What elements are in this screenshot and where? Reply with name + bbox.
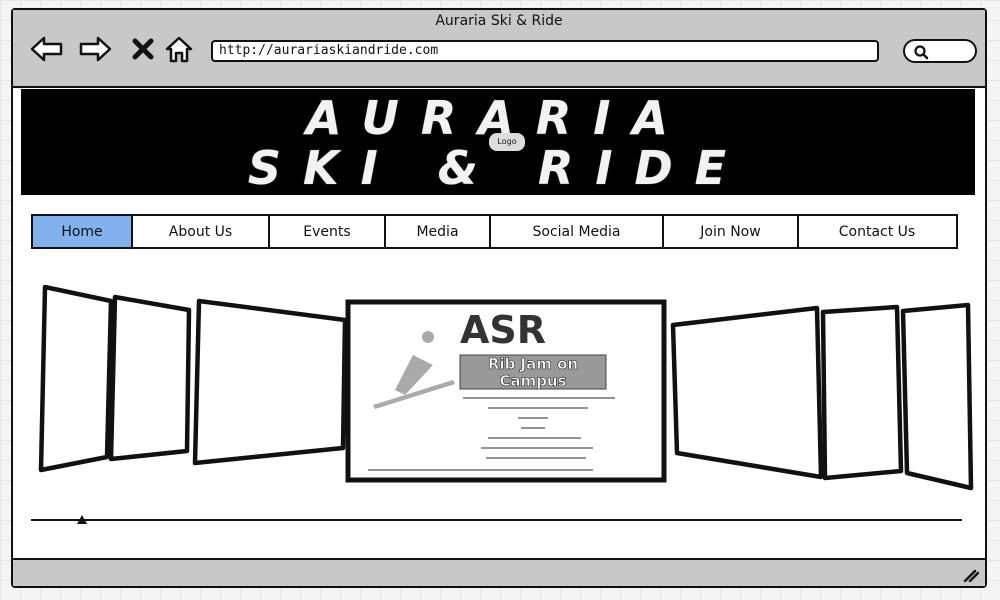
close-x-icon[interactable] xyxy=(125,32,161,66)
nav-item-about-us[interactable]: About Us xyxy=(133,216,270,247)
forward-arrow-icon[interactable] xyxy=(77,32,113,66)
carousel-slide-featured[interactable]: ASR Rib Jam on Campus xyxy=(345,299,667,483)
search-input[interactable] xyxy=(903,39,977,63)
logo-label: Logo xyxy=(489,133,525,151)
search-icon xyxy=(914,45,929,60)
url-input[interactable]: http://aurariaskiandride.com xyxy=(211,40,879,62)
back-arrow-icon[interactable] xyxy=(29,32,65,66)
browser-toolbar: Auraria Ski & Ride http://aurariaskiandr… xyxy=(13,10,985,88)
carousel-slide-left-1[interactable] xyxy=(192,298,348,466)
nav-item-contact-us[interactable]: Contact Us xyxy=(799,216,955,247)
image-carousel: ASR Rib Jam on Campus xyxy=(38,285,974,491)
nav-item-join-now[interactable]: Join Now xyxy=(664,216,799,247)
featured-slide-headline-2: Campus xyxy=(499,372,566,390)
browser-status-bar xyxy=(13,558,985,586)
featured-slide-brand: ASR xyxy=(460,308,546,352)
nav-item-social-media[interactable]: Social Media xyxy=(491,216,664,247)
carousel-slide-right-2[interactable] xyxy=(820,304,904,481)
home-icon[interactable] xyxy=(161,32,197,66)
nav-item-media[interactable]: Media xyxy=(386,216,491,247)
carousel-slide-right-1[interactable] xyxy=(670,305,824,480)
browser-window: Auraria Ski & Ride http://aurariaskiandr… xyxy=(11,8,987,588)
site-banner-logo[interactable]: AURARIA SKI & RIDE Logo xyxy=(21,89,975,195)
carousel-scrubber-track[interactable] xyxy=(31,519,962,521)
nav-item-home[interactable]: Home xyxy=(33,216,133,247)
carousel-slide-right-3[interactable] xyxy=(900,302,974,491)
window-title: Auraria Ski & Ride xyxy=(435,13,563,29)
carousel-scrubber-thumb[interactable] xyxy=(77,515,87,524)
featured-slide-headline-1: Rib Jam on xyxy=(488,355,578,373)
banner-title-line2: SKI & RIDE xyxy=(247,141,749,195)
carousel-slide-left-3[interactable] xyxy=(38,285,114,473)
nav-item-events[interactable]: Events xyxy=(270,216,386,247)
carousel-slide-left-2[interactable] xyxy=(108,294,192,462)
main-nav-menu: Home About Us Events Media Social Media … xyxy=(31,214,958,249)
resize-grip-icon[interactable] xyxy=(961,568,979,582)
